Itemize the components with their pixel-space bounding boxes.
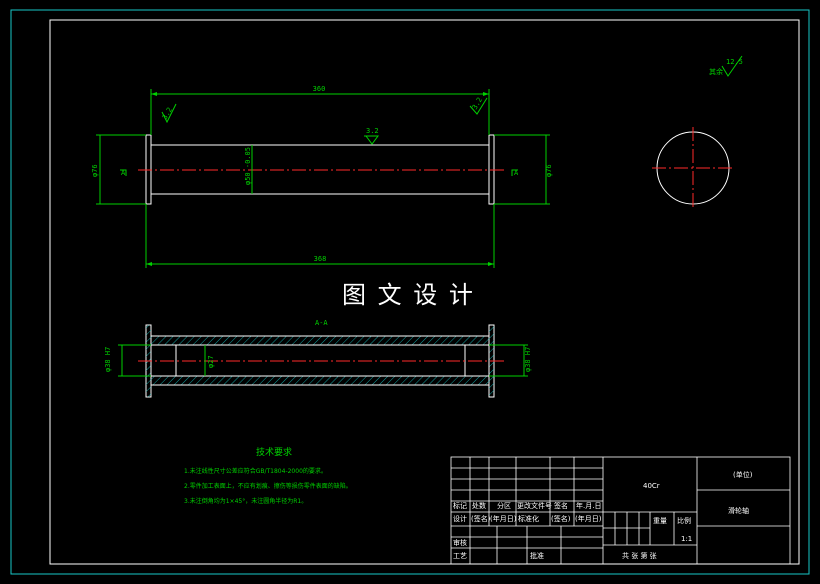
tb-label-zhongliang: 重量 bbox=[653, 517, 667, 525]
tb-label-gengai: 更改文件号 bbox=[517, 501, 552, 510]
tech-requirement-item: 1.未注线性尺寸公差应符合GB/T1804-2000的要求。 bbox=[184, 467, 327, 475]
roughness-top-left: 3.2 bbox=[161, 106, 174, 121]
tb-scale-value: 1:1 bbox=[681, 535, 692, 543]
dim-bore-right: φ38 H7 bbox=[524, 347, 532, 372]
tb-label-biaoji: 标记 bbox=[453, 501, 467, 510]
dim-length-368: 368 bbox=[314, 255, 327, 263]
tb-unit: (单位) bbox=[733, 470, 753, 479]
section-marker-right: A bbox=[514, 169, 519, 177]
dim-inner-dia: φ27 bbox=[207, 355, 215, 368]
tb-date1: (年月日) bbox=[490, 514, 517, 523]
tb-label-gongyi: 工艺 bbox=[453, 552, 467, 560]
tech-requirement-item: 3.未注倒角均为1×45°，未注圆角半径为R1。 bbox=[184, 497, 307, 505]
roughness-rest-value: 12.5 bbox=[726, 58, 743, 66]
tb-label-chushu: 处数 bbox=[472, 501, 486, 510]
tb-label-qianming: 签名 bbox=[554, 501, 568, 510]
dim-bore-left: φ38 H7 bbox=[104, 347, 112, 372]
tb-label-bili: 比例 bbox=[677, 516, 691, 525]
tech-requirement-item: 2.零件加工表面上，不应有划痕、擦伤等损伤零件表面的缺陷。 bbox=[184, 482, 352, 490]
roughness-rest-label: 其余 bbox=[709, 67, 723, 76]
tb-label-fenqu: 分区 bbox=[497, 501, 511, 510]
dim-flange-dia-left: φ76 bbox=[91, 164, 99, 177]
section-view bbox=[118, 324, 528, 398]
watermark-text: 图 文 设 计 bbox=[342, 281, 475, 309]
tb-sheets: 共 张 第 张 bbox=[622, 551, 657, 560]
tb-date2: (年月日) bbox=[575, 514, 602, 523]
tb-label-shenhe: 审核 bbox=[453, 538, 467, 547]
tb-label-date: 年.月.日 bbox=[576, 501, 601, 510]
section-label: A-A bbox=[315, 319, 328, 327]
tb-label-sheji: 设计 bbox=[453, 514, 467, 523]
tb-sig2: (签名) bbox=[551, 514, 571, 523]
tb-part-name: 滑轮轴 bbox=[728, 506, 749, 515]
tb-label-biaozhun: 标准化 bbox=[518, 514, 539, 523]
side-view bbox=[652, 127, 734, 209]
roughness-shaft: 3.2 bbox=[366, 127, 379, 135]
tb-material: 40Cr bbox=[643, 482, 660, 490]
dim-flange-dia-right: φ76 bbox=[545, 164, 553, 177]
tb-label-pizhun: 批准 bbox=[530, 551, 544, 560]
roughness-top-right: 3.2 bbox=[471, 96, 484, 111]
tb-sig1: (签名) bbox=[471, 514, 491, 523]
drawing-canvas: 360 368 φ76 φ76 φ50 -0.05 A A 3.2 3.2 3.… bbox=[10, 9, 810, 575]
tech-requirements-title: 技术要求 bbox=[256, 446, 292, 458]
dim-length-360: 360 bbox=[313, 85, 326, 93]
dim-shaft-dia: φ50 -0.05 bbox=[244, 147, 252, 185]
